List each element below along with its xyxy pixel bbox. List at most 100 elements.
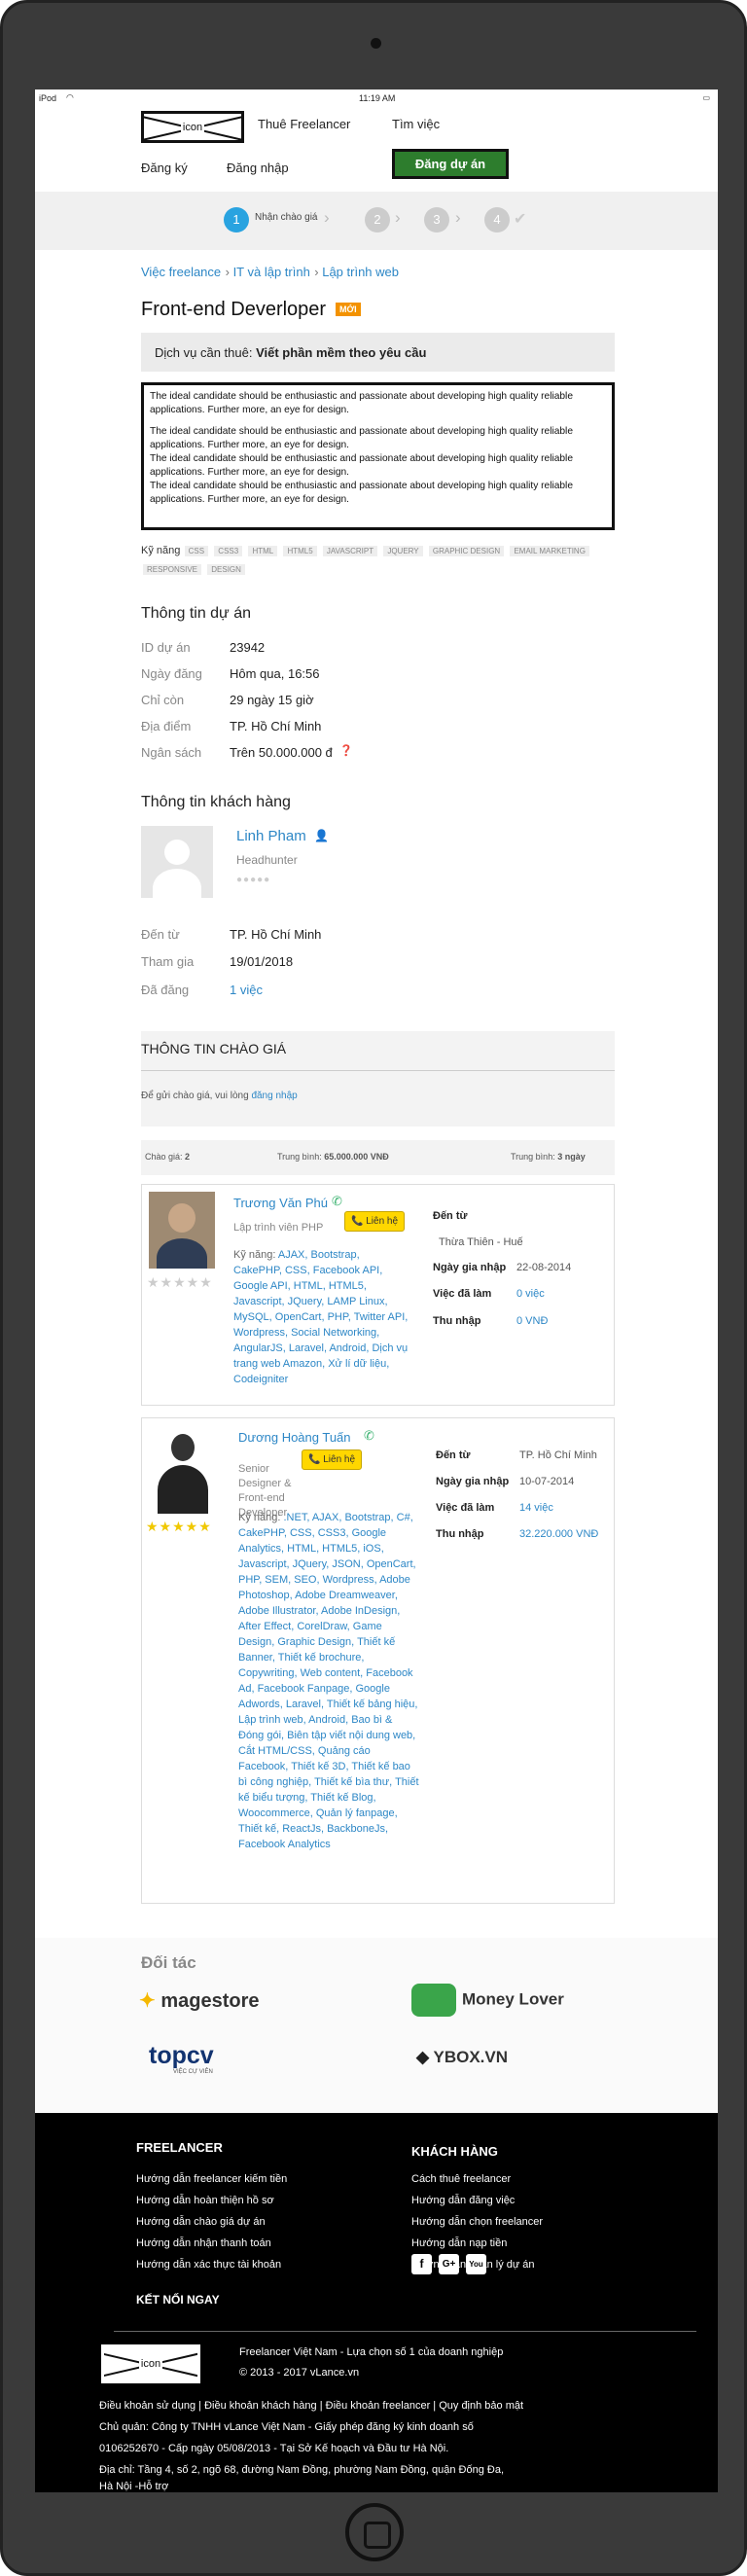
partners-heading: Đối tác <box>141 1953 196 1972</box>
skill-tag[interactable]: CSS <box>184 546 209 556</box>
nav-login[interactable]: Đăng nhập <box>227 161 289 175</box>
step-1-label: Nhận chào giá <box>255 212 318 223</box>
service-needed: Dịch vụ cần thuê: Viết phần mềm theo yêu… <box>141 333 615 372</box>
bid-card: ★★★★★ Dương Hoàng Tuấn ✆ 📞 Liên hệ Senio… <box>141 1417 615 1904</box>
job-title: Front-end Deverloper <box>141 299 327 320</box>
nav-register[interactable]: Đăng ký <box>141 161 188 175</box>
project-info-heading: Thông tin dự án <box>141 605 252 622</box>
client-info-heading: Thông tin khách hàng <box>141 794 291 810</box>
login-prompt: Để gửi chào giá, vui lòng đăng nhập <box>141 1091 298 1101</box>
average-price: Trung bình: 65.000.000 VNĐ <box>277 1152 389 1162</box>
bidder-skills: Kỹ năng: AJAX, Bootstrap, CakePHP, CSS, … <box>233 1249 409 1385</box>
client-role: Headhunter <box>236 853 298 867</box>
footer-link[interactable]: Hướng dẫn xác thực tài khoản <box>136 2259 281 2271</box>
youtube-icon[interactable]: You <box>466 2254 486 2274</box>
check-icon: ✔ <box>514 211 527 228</box>
contact-button[interactable]: 📞 Liên hệ <box>302 1449 363 1470</box>
footer-address-2: Hà Nội -Hỗ trợ <box>99 2481 169 2492</box>
device-frame: iPod ◠ 11:19 AM ▭ icon Thuê Freelancer T… <box>0 0 747 2576</box>
step-3: 3 <box>424 207 449 233</box>
camera-icon <box>371 38 381 49</box>
footer-legal[interactable]: Điều khoản sử dụng | Điều khoản khách hà… <box>99 2395 523 2416</box>
footer-link[interactable]: Hướng dẫn nạp tiền <box>411 2237 507 2249</box>
bidder-title: Lập trình viên PHP <box>233 1222 324 1234</box>
bidder-avatar <box>149 1192 215 1269</box>
job-description: The ideal candidate should be enthusiast… <box>141 382 615 530</box>
breadcrumb: Việc freelance › IT và lập trình › Lập t… <box>141 264 399 281</box>
device-name: iPod <box>39 93 57 103</box>
offer-count: Chào giá: 2 <box>145 1152 191 1162</box>
service-value: Viết phần mềm theo yêu cầu <box>256 345 427 360</box>
new-badge: MỚI <box>336 303 361 316</box>
bidder-name[interactable]: Trương Văn Phú <box>233 1196 328 1210</box>
breadcrumb-item[interactable]: Lập trình web <box>322 265 399 279</box>
ybox-logo[interactable]: ◆ YBOX.VN <box>416 2048 508 2067</box>
offers-heading: THÔNG TIN CHÀO GIÁ <box>141 1041 287 1056</box>
chevron-right-icon: › <box>324 208 330 227</box>
facebook-icon[interactable]: f <box>411 2254 432 2274</box>
skill-tag[interactable]: CSS3 <box>214 546 243 556</box>
description-paragraph: The ideal candidate should be enthusiast… <box>150 426 573 450</box>
footer-connect-heading: KẾT NỐI NGAY <box>136 2293 220 2307</box>
bid-card: ★★★★★ Trương Văn Phú ✆ Lập trình viên PH… <box>141 1184 615 1406</box>
skill-tag[interactable]: HTML <box>248 546 278 556</box>
bidder-name[interactable]: Dương Hoàng Tuấn <box>238 1430 351 1445</box>
help-icon[interactable]: ❓ <box>339 744 353 757</box>
skills-list: Kỹ năng CSS CSS3 HTML HTML5 JAVASCRIPT J… <box>141 542 618 579</box>
average-days: Trung bình: 3 ngày <box>511 1152 586 1162</box>
home-button[interactable] <box>345 2503 404 2561</box>
footer: FREELANCER Hướng dẫn freelancer kiếm tiề… <box>35 2113 718 2492</box>
footer-link[interactable]: Hướng dẫn chọn freelancer <box>411 2216 543 2228</box>
googleplus-icon[interactable]: G+ <box>439 2254 459 2274</box>
nav-find-job[interactable]: Tìm việc <box>392 117 440 131</box>
site-logo[interactable]: icon <box>141 111 244 143</box>
skill-tag[interactable]: HTML5 <box>283 546 317 556</box>
skill-tag[interactable]: JQUERY <box>383 546 423 556</box>
footer-owner: Chủ quản: Công ty TNHH vLance Việt Nam -… <box>99 2421 474 2433</box>
footer-address: Địa chỉ: Tầng 4, số 2, ngõ 68, đường Nam… <box>99 2464 505 2476</box>
bidder-rating-stars: ★★★★★ <box>147 1274 213 1290</box>
divider <box>114 2331 696 2332</box>
skill-tag[interactable]: GRAPHIC DESIGN <box>428 546 505 556</box>
step-2: 2 <box>365 207 390 233</box>
skill-tag[interactable]: JAVASCRIPT <box>322 546 378 556</box>
verified-icon: ✆ <box>364 1428 374 1443</box>
breadcrumb-item[interactable]: IT và lập trình <box>233 265 310 279</box>
breadcrumb-separator: › <box>225 265 233 279</box>
footer-link[interactable]: Hướng dẫn freelancer kiếm tiền <box>136 2173 287 2185</box>
footer-license: 0106252670 - Cấp ngày 05/08/2013 - Tại S… <box>99 2443 449 2454</box>
footer-link[interactable]: Hướng dẫn đăng việc <box>411 2195 515 2206</box>
footer-link[interactable]: Hướng dẫn hoàn thiện hồ sơ <box>136 2195 274 2206</box>
footer-copyright: © 2013 - 2017 vLance.vn <box>239 2367 360 2379</box>
moneylover-logo[interactable]: Money Lover <box>411 1984 564 2017</box>
battery-icon: ▭ <box>702 93 710 102</box>
chevron-right-icon: › <box>455 208 461 227</box>
footer-link[interactable]: Hướng dẫn nhận thanh toán <box>136 2237 271 2249</box>
status-bar: iPod ◠ 11:19 AM ▭ <box>35 89 718 107</box>
footer-tagline: Freelancer Việt Nam - Lựa chọn số 1 của … <box>239 2346 504 2358</box>
topcv-tagline: VIỆC CỰ VIÊN <box>173 2069 213 2075</box>
skill-tag[interactable]: EMAIL MARKETING <box>510 546 589 556</box>
chevron-right-icon: › <box>395 208 401 227</box>
client-rating-stars: ●●●●● <box>236 875 271 885</box>
login-link[interactable]: đăng nhập <box>251 1091 297 1101</box>
breadcrumb-item[interactable]: Việc freelance <box>141 265 221 279</box>
client-name[interactable]: Linh Pham <box>236 828 306 844</box>
partners-section <box>35 1938 718 2113</box>
service-label: Dịch vụ cần thuê: <box>155 345 253 360</box>
footer-logo[interactable]: icon <box>101 2344 200 2383</box>
footer-link[interactable]: Hướng dẫn chào giá dự án <box>136 2216 266 2228</box>
contact-button[interactable]: 📞 Liên hệ <box>344 1211 406 1232</box>
post-project-button[interactable]: Đăng dự án <box>392 149 509 179</box>
topcv-logo[interactable]: topcv <box>149 2042 214 2070</box>
description-paragraph: The ideal candidate should be enthusiast… <box>150 481 573 505</box>
footer-link[interactable]: Cách thuê freelancer <box>411 2173 511 2185</box>
skill-tag[interactable]: RESPONSIVE <box>143 564 202 575</box>
client-avatar <box>141 826 213 898</box>
screen: iPod ◠ 11:19 AM ▭ icon Thuê Freelancer T… <box>35 89 718 2492</box>
skill-tag[interactable]: DESIGN <box>207 564 245 575</box>
magestore-logo[interactable]: ✦ magestore <box>139 1988 259 2013</box>
bidder-rating-stars: ★★★★★ <box>146 1519 212 1534</box>
nav-hire-freelancer[interactable]: Thuê Freelancer <box>258 117 350 131</box>
description-paragraph: The ideal candidate should be enthusiast… <box>150 453 573 478</box>
